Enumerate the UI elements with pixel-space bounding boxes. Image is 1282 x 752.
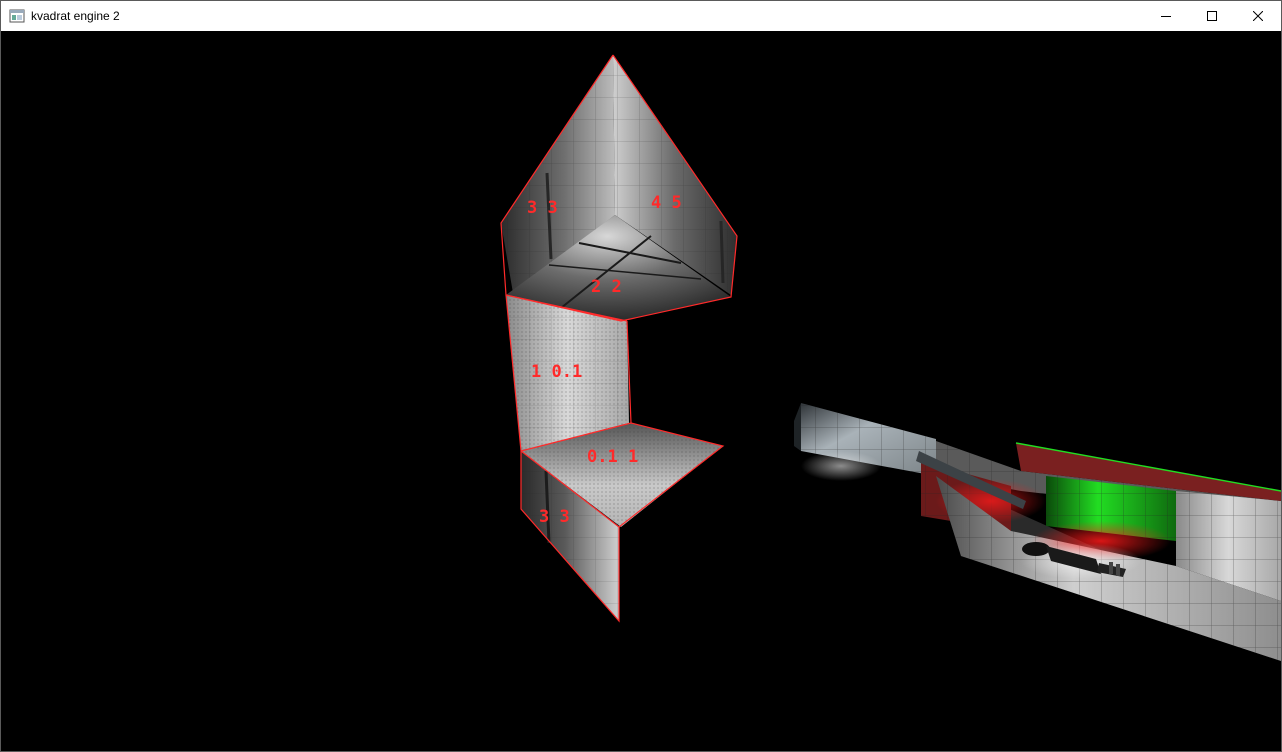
scene-canvas[interactable]: 3 3 4 5 2 2 1 0.1 0.1 1 3 3 bbox=[1, 31, 1281, 751]
minimize-icon bbox=[1161, 16, 1171, 17]
window-title: kvadrat engine 2 bbox=[31, 9, 120, 23]
close-icon bbox=[1253, 11, 1263, 21]
app-window: kvadrat engine 2 3 3 4 5 2 2 1 0.1 0.1 1… bbox=[0, 0, 1282, 752]
maximize-icon bbox=[1207, 11, 1217, 21]
app-window-icon bbox=[9, 9, 25, 23]
face-label-floor: 0.1 1 bbox=[587, 447, 638, 467]
close-button[interactable] bbox=[1235, 1, 1281, 31]
title-bar[interactable]: kvadrat engine 2 bbox=[1, 1, 1281, 31]
face-label-wall: 1 0.1 bbox=[531, 362, 582, 382]
face-label-ceiling: 2 2 bbox=[591, 277, 622, 297]
maximize-button[interactable] bbox=[1189, 1, 1235, 31]
minimize-button[interactable] bbox=[1143, 1, 1189, 31]
face-label-top-right: 4 5 bbox=[651, 193, 682, 213]
face-label-lower-wall: 3 3 bbox=[539, 507, 570, 527]
face-label-top-left: 3 3 bbox=[527, 198, 558, 218]
sector-geometry bbox=[500, 54, 738, 623]
render-viewport[interactable]: 3 3 4 5 2 2 1 0.1 0.1 1 3 3 bbox=[1, 31, 1281, 751]
window-controls bbox=[1143, 1, 1281, 31]
corridor-geometry bbox=[794, 403, 1281, 661]
